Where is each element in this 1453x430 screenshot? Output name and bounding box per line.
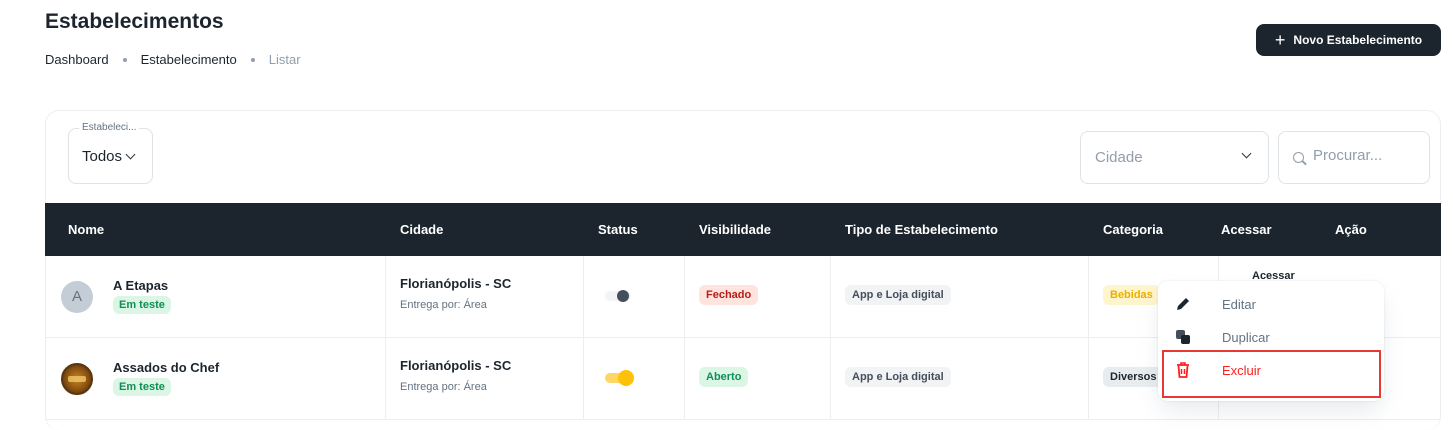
status-toggle[interactable] — [605, 290, 631, 302]
search-icon — [1293, 152, 1304, 163]
chevron-down-icon — [125, 149, 136, 160]
column-header-tipo[interactable]: Tipo de Estabelecimento — [845, 203, 998, 256]
restaurant-logo-avatar — [61, 363, 93, 395]
establishment-type-value: Todos — [82, 148, 123, 165]
avatar: A — [61, 281, 93, 313]
column-header-status[interactable]: Status — [598, 203, 638, 256]
new-establishment-label: Novo Estabelecimento — [1293, 33, 1423, 47]
category-badge: Bebidas — [1103, 285, 1160, 305]
menu-item-label: Editar — [1222, 296, 1256, 312]
status-toggle[interactable] — [605, 370, 634, 386]
establishment-type-label: Estabeleci... — [79, 122, 140, 133]
city-name: Florianópolis - SC — [400, 276, 512, 291]
column-header-nome[interactable]: Nome — [68, 203, 104, 256]
delivery-type: Entrega por: Área — [400, 299, 487, 311]
chevron-down-icon — [1241, 148, 1252, 159]
test-badge: Em teste — [113, 378, 171, 396]
menu-item-duplicar[interactable]: Duplicar — [1158, 322, 1384, 352]
column-header-cidade[interactable]: Cidade — [400, 203, 443, 256]
type-badge: App e Loja digital — [845, 285, 951, 305]
establishment-type-select[interactable]: Estabeleci... Todos — [68, 122, 153, 184]
breadcrumb: Dashboard Estabelecimento Listar — [45, 52, 301, 67]
category-badge: Diversos — [1103, 367, 1164, 387]
menu-item-label: Duplicar — [1222, 329, 1270, 345]
search-field[interactable] — [1278, 131, 1430, 184]
visibility-badge: Fechado — [699, 285, 759, 305]
column-header-acao: Ação — [1335, 222, 1367, 237]
delivery-type: Entrega por: Área — [400, 381, 487, 393]
test-badge: Em teste — [113, 296, 171, 314]
city-placeholder: Cidade — [1095, 149, 1143, 166]
plus-icon: + — [1274, 30, 1286, 50]
table-header: Nome Cidade Status Visibilidade Tipo de … — [45, 203, 1441, 256]
establishment-name: Assados do Chef — [113, 360, 220, 375]
breadcrumb-separator — [122, 57, 127, 62]
column-header-visibilidade[interactable]: Visibilidade — [699, 203, 771, 256]
city-select[interactable]: Cidade — [1080, 131, 1269, 184]
column-header-acessar: Acessar — [1221, 222, 1272, 237]
breadcrumb-estabelecimento[interactable]: Estabelecimento — [141, 52, 237, 67]
visibility-badge: Aberto — [699, 367, 749, 387]
column-header-categoria[interactable]: Categoria — [1103, 203, 1163, 256]
search-input[interactable] — [1313, 147, 1423, 164]
page-title: Estabelecimentos — [45, 10, 224, 33]
excluir-highlight-box — [1162, 350, 1381, 398]
establishment-name: A Etapas — [113, 278, 169, 293]
city-name: Florianópolis - SC — [400, 358, 512, 373]
pencil-icon — [1177, 298, 1189, 310]
copy-icon — [1176, 330, 1190, 344]
breadcrumb-separator — [250, 57, 255, 62]
new-establishment-button[interactable]: + Novo Estabelecimento — [1256, 24, 1441, 56]
type-badge: App e Loja digital — [845, 367, 951, 387]
breadcrumb-dashboard[interactable]: Dashboard — [45, 52, 109, 67]
menu-item-editar[interactable]: Editar — [1158, 289, 1384, 319]
breadcrumb-listar: Listar — [268, 52, 301, 67]
